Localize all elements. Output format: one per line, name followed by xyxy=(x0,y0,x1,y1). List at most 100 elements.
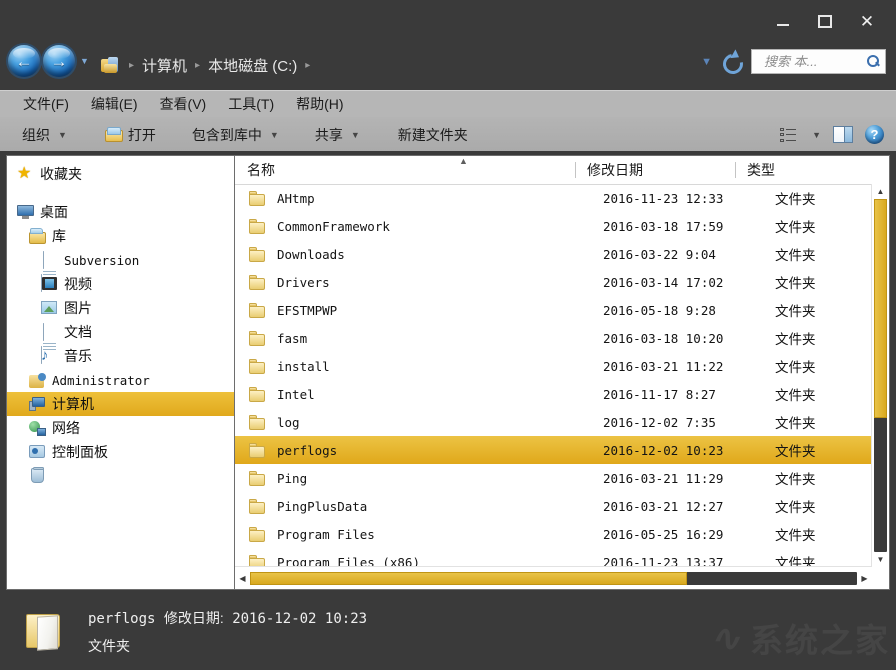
column-header-date-modified[interactable]: 修改日期 xyxy=(575,156,735,184)
change-view-icon[interactable] xyxy=(780,128,797,142)
file-list-pane: 名称 ▲ 修改日期 类型 AHtmp2016-11-23 12:33文件夹Com… xyxy=(234,155,890,590)
desktop-icon xyxy=(17,204,34,220)
sidebar-item-libraries[interactable]: 库 xyxy=(7,224,234,248)
details-date-value: 2016-12-02 10:23 xyxy=(232,611,367,627)
address-bar: ← → ▼ ▸ 计算机 ▸ 本地磁盘 (C:) ▸ ▼ xyxy=(0,40,896,90)
help-icon[interactable]: ? xyxy=(865,125,884,144)
close-button[interactable]: ✕ xyxy=(846,8,888,34)
recycle-bin-icon xyxy=(29,468,46,484)
sidebar-item-recycle-bin[interactable] xyxy=(7,464,234,488)
folder-icon xyxy=(249,387,266,402)
table-row[interactable]: CommonFramework2016-03-18 17:59文件夹 xyxy=(235,212,889,240)
sidebar-item-label: Subversion xyxy=(64,253,139,268)
sidebar-item-computer[interactable]: 计算机 xyxy=(7,392,234,416)
vertical-scrollbar[interactable]: ▲ ▼ xyxy=(871,184,889,567)
table-row[interactable]: Drivers2016-03-14 17:02文件夹 xyxy=(235,268,889,296)
folder-icon xyxy=(249,499,266,514)
menu-edit[interactable]: 编辑(E) xyxy=(80,92,149,116)
sidebar-item-pictures[interactable]: 图片 xyxy=(7,296,234,320)
open-label: 打开 xyxy=(128,125,156,145)
menu-view[interactable]: 查看(V) xyxy=(149,92,218,116)
table-row[interactable]: Program Files2016-05-25 16:29文件夹 xyxy=(235,520,889,548)
scroll-up-button[interactable]: ▲ xyxy=(872,184,889,199)
document-icon xyxy=(41,252,58,268)
watermark-text: 系统之家 xyxy=(750,614,890,662)
address-bar-actions: ▼ xyxy=(701,49,886,74)
table-row[interactable]: log2016-12-02 7:35文件夹 xyxy=(235,408,889,436)
file-date-cell: 2016-03-18 10:20 xyxy=(591,331,763,346)
table-row[interactable]: Intel2016-11-17 8:27文件夹 xyxy=(235,380,889,408)
organize-button[interactable]: 组织 ▼ xyxy=(14,121,75,149)
picture-icon xyxy=(41,300,58,316)
refresh-icon[interactable] xyxy=(722,52,741,71)
preview-pane-icon[interactable] xyxy=(833,126,853,143)
table-row[interactable]: Downloads2016-03-22 9:04文件夹 xyxy=(235,240,889,268)
include-in-library-button[interactable]: 包含到库中 ▼ xyxy=(184,121,287,149)
table-row[interactable]: perflogs2016-12-02 10:23文件夹 xyxy=(235,436,889,464)
table-row[interactable]: install2016-03-21 11:22文件夹 xyxy=(235,352,889,380)
horizontal-scroll-track[interactable] xyxy=(250,572,857,585)
table-row[interactable]: Program Files (x86)2016-11-23 13:37文件夹 xyxy=(235,548,889,567)
file-name-cell: perflogs xyxy=(266,443,591,458)
minimize-button[interactable] xyxy=(762,8,804,34)
sidebar-item-music[interactable]: ♪ 音乐 xyxy=(7,344,234,368)
scroll-right-button[interactable]: ▶ xyxy=(857,574,872,583)
breadcrumb-separator-icon: ▸ xyxy=(190,60,205,71)
table-row[interactable]: EFSTMPWP2016-05-18 9:28文件夹 xyxy=(235,296,889,324)
sidebar-item-documents[interactable]: 文档 xyxy=(7,320,234,344)
menu-tools[interactable]: 工具(T) xyxy=(217,92,285,116)
file-date-cell: 2016-12-02 7:35 xyxy=(591,415,763,430)
file-name-cell: EFSTMPWP xyxy=(266,303,591,318)
file-date-cell: 2016-03-18 17:59 xyxy=(591,219,763,234)
sidebar-item-favorites[interactable]: ★ 收藏夹 xyxy=(7,162,234,186)
file-date-cell: 2016-05-25 16:29 xyxy=(591,527,763,542)
breadcrumb-item-computer[interactable]: 计算机 xyxy=(139,53,190,78)
search-box[interactable] xyxy=(751,49,886,74)
file-name-cell: CommonFramework xyxy=(266,219,591,234)
share-button[interactable]: 共享 ▼ xyxy=(307,121,368,149)
breadcrumb-separator-icon[interactable]: ▸ xyxy=(300,60,315,71)
navigation-buttons: ← → ▼ xyxy=(8,45,89,77)
search-input[interactable] xyxy=(762,53,865,70)
folder-icon xyxy=(249,359,266,374)
sidebar-item-label: 控制面板 xyxy=(52,442,108,462)
table-row[interactable]: fasm2016-03-18 10:20文件夹 xyxy=(235,324,889,352)
table-row[interactable]: AHtmp2016-11-23 12:33文件夹 xyxy=(235,184,889,212)
folder-icon xyxy=(249,275,266,290)
file-name-cell: Program Files xyxy=(266,527,591,542)
back-button[interactable]: ← xyxy=(8,45,40,77)
sidebar-item-desktop[interactable]: 桌面 xyxy=(7,200,234,224)
scroll-down-button[interactable]: ▼ xyxy=(872,552,889,567)
column-header-name[interactable]: 名称 ▲ xyxy=(235,156,575,184)
sidebar-item-control-panel[interactable]: 控制面板 xyxy=(7,440,234,464)
sidebar-item-administrator[interactable]: Administrator xyxy=(7,368,234,392)
table-row[interactable]: Ping2016-03-21 11:29文件夹 xyxy=(235,464,889,492)
column-header-type[interactable]: 类型 xyxy=(735,156,889,184)
recent-pages-caret-icon[interactable]: ▼ xyxy=(80,56,89,66)
sort-ascending-icon: ▲ xyxy=(447,156,468,166)
file-date-cell: 2016-03-21 11:29 xyxy=(591,471,763,486)
include-in-library-label: 包含到库中 xyxy=(192,125,262,145)
sidebar-item-network[interactable]: 网络 xyxy=(7,416,234,440)
folder-icon xyxy=(249,247,266,262)
new-folder-button[interactable]: 新建文件夹 xyxy=(390,121,476,149)
menu-help[interactable]: 帮助(H) xyxy=(285,92,354,116)
breadcrumb-item-local-disk-c[interactable]: 本地磁盘 (C:) xyxy=(205,53,300,78)
vertical-scroll-track[interactable] xyxy=(874,199,887,552)
menu-file[interactable]: 文件(F) xyxy=(12,92,80,116)
open-button[interactable]: 打开 xyxy=(97,121,164,149)
document-icon xyxy=(41,324,58,340)
scroll-left-button[interactable]: ◀ xyxy=(235,574,250,583)
horizontal-scroll-thumb[interactable] xyxy=(250,572,687,585)
maximize-button[interactable] xyxy=(804,8,846,34)
sidebar-item-videos[interactable]: 视频 xyxy=(7,272,234,296)
file-date-cell: 2016-03-22 9:04 xyxy=(591,247,763,262)
forward-button[interactable]: → xyxy=(43,45,75,77)
horizontal-scrollbar[interactable]: ◀ ▶ xyxy=(235,566,872,589)
vertical-scroll-thumb[interactable] xyxy=(874,199,887,418)
explorer-body: ★ 收藏夹 桌面 库 Subversion xyxy=(0,151,896,594)
sidebar-item-subversion[interactable]: Subversion xyxy=(7,248,234,272)
table-row[interactable]: PingPlusData2016-03-21 12:27文件夹 xyxy=(235,492,889,520)
view-chevron-down-icon[interactable]: ▼ xyxy=(812,130,821,140)
previous-locations-icon[interactable]: ▼ xyxy=(701,56,712,68)
